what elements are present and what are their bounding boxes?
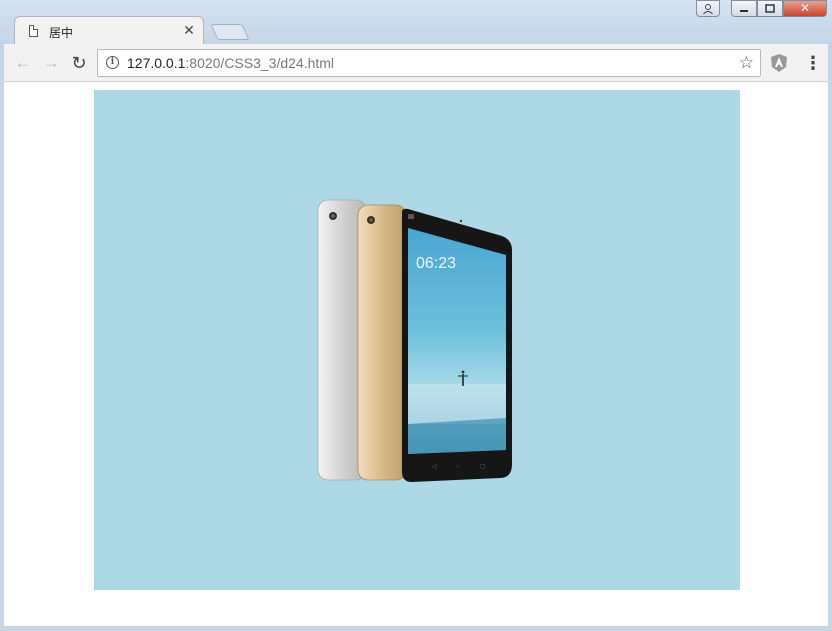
browser-window: 居中 ✕ ✕ ← → ↻ i 127.0.0.1:8020/CSS3_3/d24…: [0, 0, 832, 631]
page-icon: [29, 25, 38, 37]
page-viewport: 06:23 ◁ ○ ▢: [4, 82, 828, 626]
svg-text:▢: ▢: [480, 464, 486, 470]
forward-arrow-icon[interactable]: →: [41, 53, 61, 73]
tab-title: 居中: [49, 26, 74, 40]
star-icon[interactable]: ☆: [739, 53, 754, 73]
back-arrow-icon[interactable]: ←: [13, 53, 33, 73]
tab-active[interactable]: 居中 ✕: [14, 16, 204, 44]
url-path: :8020/CSS3_3/d24.html: [185, 55, 335, 71]
toolbar: ← → ↻ i 127.0.0.1:8020/CSS3_3/d24.html ☆…: [4, 44, 828, 82]
address-bar[interactable]: i 127.0.0.1:8020/CSS3_3/d24.html ☆: [97, 49, 761, 77]
maximize-icon[interactable]: [757, 0, 783, 17]
menu-icon[interactable]: ⋮: [804, 52, 822, 74]
tablet-image: 06:23 ◁ ○ ▢: [317, 199, 512, 483]
svg-text:◁: ◁: [432, 464, 437, 470]
svg-text:○: ○: [456, 464, 460, 470]
close-icon[interactable]: ✕: [181, 22, 197, 38]
window-close-icon[interactable]: ✕: [783, 0, 827, 17]
minimize-icon[interactable]: [731, 0, 757, 17]
screen-clock: 06:23: [416, 255, 456, 272]
centered-stage: 06:23 ◁ ○ ▢: [94, 90, 740, 590]
extension-icon[interactable]: [770, 53, 788, 73]
url-text[interactable]: 127.0.0.1:8020/CSS3_3/d24.html: [127, 55, 334, 71]
new-tab-button[interactable]: [210, 24, 250, 40]
info-icon[interactable]: i: [106, 56, 119, 69]
url-host: 127.0.0.1: [127, 55, 186, 71]
reload-icon[interactable]: ↻: [69, 53, 89, 73]
user-icon[interactable]: [696, 0, 720, 17]
